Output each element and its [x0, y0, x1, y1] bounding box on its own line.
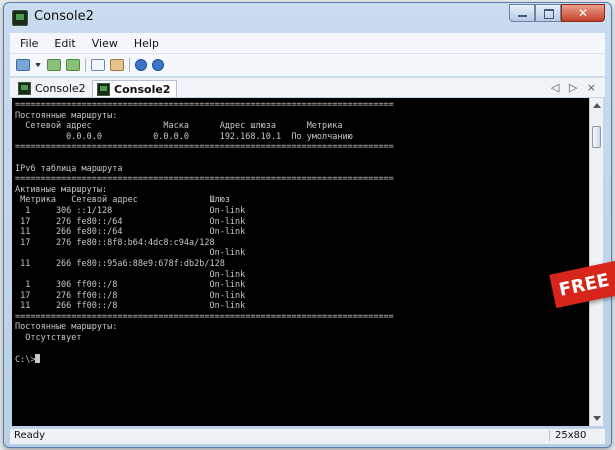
next-tab-icon[interactable] [66, 59, 80, 71]
menu-bar: File Edit View Help [10, 33, 605, 54]
toolbar-separator [129, 58, 130, 72]
tab-nav-controls[interactable]: ◁ ▷ × [551, 81, 599, 94]
console-line: 11 266 ff00::/8 On-link [15, 301, 246, 312]
minimize-button[interactable] [509, 4, 535, 22]
console-text: ========================================… [12, 98, 589, 366]
console-cursor [35, 354, 41, 364]
tab-label: Console2 [35, 82, 86, 95]
toolbar [10, 54, 605, 76]
scroll-thumb[interactable] [592, 126, 601, 148]
console-line: Метрика Сетевой адрес Шлюз [15, 195, 230, 206]
previous-tab-icon[interactable] [47, 59, 61, 71]
tab-strip: Console2 Console2 ◁ ▷ × [10, 77, 605, 97]
console-line: Постоянные маршруты: [15, 110, 118, 121]
console-tab-icon [97, 82, 110, 96]
console-line: ========================================… [15, 142, 394, 153]
vertical-scrollbar[interactable] [589, 98, 603, 426]
maximize-button[interactable] [535, 4, 561, 22]
status-bar: Ready 25x80 [10, 428, 605, 444]
toolbar-separator [85, 58, 86, 72]
console-line: Активные маршруты: [15, 184, 108, 195]
close-icon: ✕ [577, 6, 589, 20]
console-line: C:\> [15, 355, 36, 366]
copy-icon[interactable] [91, 59, 105, 71]
console-line: ========================================… [15, 100, 394, 110]
window-title: Console2 [34, 9, 94, 24]
menu-edit[interactable]: Edit [48, 37, 81, 50]
tab-label: Console2 [114, 82, 171, 96]
caption-buttons: ✕ [509, 4, 605, 22]
console-line: 11 266 fe80::/64 On-link [15, 227, 246, 238]
console-size: 25x80 [549, 430, 587, 441]
scroll-down-icon[interactable] [593, 416, 601, 421]
console-line: 17 276 fe80::8f8:b64:4dc8:c94a/128 [15, 237, 215, 248]
help-icon[interactable] [152, 59, 164, 71]
console-line: IPv6 таблица маршрута [15, 163, 123, 174]
dropdown-caret-icon[interactable] [35, 63, 41, 67]
paste-icon[interactable] [110, 59, 124, 71]
new-tab-icon[interactable] [16, 59, 30, 71]
console-line: 0.0.0.0 0.0.0.0 192.168.10.1 По умолчани… [15, 131, 353, 142]
console-line: ========================================… [15, 174, 394, 185]
console-tab-icon [18, 82, 31, 95]
console-line: On-link [15, 248, 246, 259]
tab-console2-2[interactable]: Console2 [92, 80, 178, 97]
console-line: 1 306 ff00::/8 On-link [15, 280, 246, 291]
menu-view[interactable]: View [86, 37, 124, 50]
title-bar[interactable]: Console2 ✕ [4, 3, 611, 33]
menu-help[interactable]: Help [128, 37, 165, 50]
console-line: On-link [15, 269, 246, 280]
console-line: Постоянные маршруты: [15, 322, 118, 333]
console-line: Сетевой адрес Маска Адрес шлюза Метрика [15, 121, 343, 132]
console-line: 11 266 fe80::95a6:88e9:678f:db2b/128 [15, 258, 225, 269]
free-badge-text: FREE [557, 269, 612, 301]
console-app-icon [12, 10, 28, 26]
console-line: 17 276 fe80::/64 On-link [15, 216, 246, 227]
console-line: 17 276 ff00::/8 On-link [15, 290, 246, 301]
tab-console2-1[interactable]: Console2 [14, 80, 92, 97]
scroll-up-icon[interactable] [593, 103, 601, 108]
info-icon[interactable] [135, 59, 147, 71]
console-line: Отсутствует [15, 333, 82, 344]
console2-window: Console2 ✕ File Edit View Help Console2 … [3, 2, 612, 448]
menu-file[interactable]: File [14, 37, 44, 50]
console-line: 1 306 ::1/128 On-link [15, 205, 246, 216]
console-line: ========================================… [15, 311, 394, 322]
status-text: Ready [14, 430, 46, 441]
console-output[interactable]: ========================================… [12, 98, 589, 426]
close-button[interactable]: ✕ [561, 4, 605, 22]
